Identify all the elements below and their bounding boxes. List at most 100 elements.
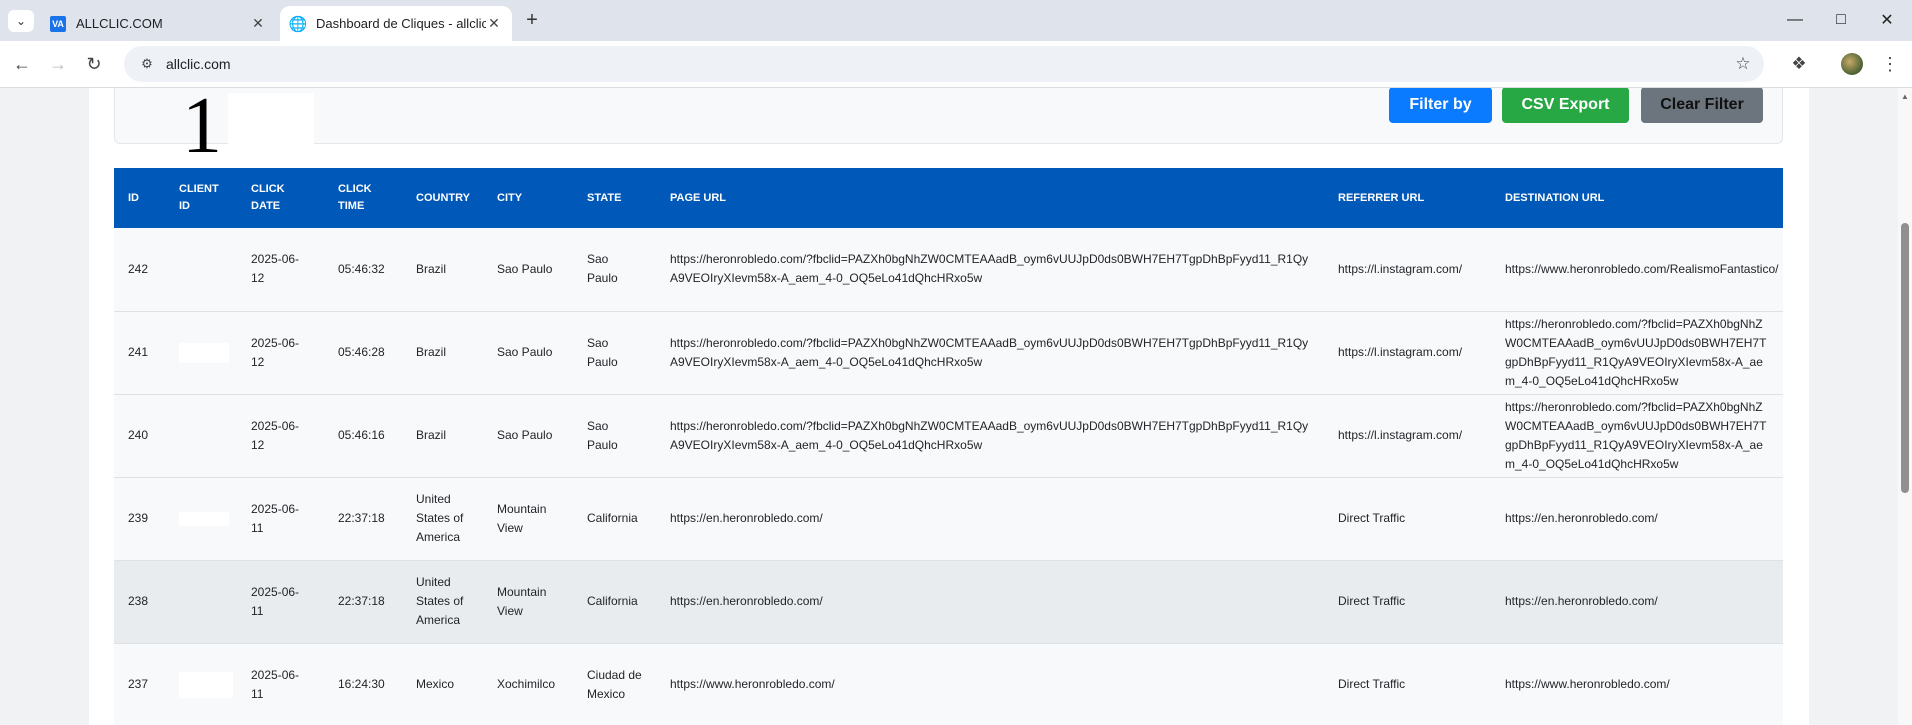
col-header-click-time[interactable]: CLICK TIME: [324, 168, 402, 228]
cell-city: Mountain View: [497, 501, 547, 535]
cell-client-id: [165, 311, 237, 394]
cell-country: United States of America: [416, 575, 464, 627]
col-header-click-date[interactable]: CLICK DATE: [237, 168, 324, 228]
cell-state: Sao Paulo: [587, 335, 618, 369]
site-info-icon[interactable]: ⚙: [132, 56, 162, 72]
redacted-client-id: [179, 671, 233, 698]
bookmark-star-icon[interactable]: ☆: [1728, 54, 1758, 74]
cell-page-url: https://heronrobledo.com/?fbclid=PAZXh0b…: [670, 252, 1309, 286]
cell-referrer-url: Direct Traffic: [1338, 677, 1406, 691]
cell-state: Sao Paulo: [587, 418, 618, 452]
cell-id: 241: [128, 345, 149, 359]
cell-client-id: [165, 394, 237, 477]
close-icon[interactable]: ✕: [486, 15, 502, 32]
cell-referrer-url: Direct Traffic: [1338, 511, 1406, 525]
cell-destination-url: https://en.heronrobledo.com/: [1505, 594, 1658, 608]
col-header-destination-url[interactable]: DESTINATION URL: [1491, 168, 1783, 228]
extensions-puzzle-icon[interactable]: ❖: [1787, 52, 1811, 76]
cell-date: 2025-06-11: [251, 584, 300, 618]
clear-filter-button[interactable]: Clear Filter: [1641, 88, 1763, 123]
tab-search-chevron-icon[interactable]: ⌄: [8, 10, 34, 32]
cell-city: Mountain View: [497, 584, 547, 618]
cell-page-url: https://en.heronrobledo.com/: [670, 594, 823, 608]
cell-date: 2025-06-11: [251, 501, 300, 535]
cell-referrer-url: https://l.instagram.com/: [1338, 261, 1463, 276]
col-header-referrer-url[interactable]: REFERRER URL: [1324, 168, 1491, 228]
forward-arrow-icon[interactable]: →: [46, 52, 70, 76]
reload-icon[interactable]: ↻: [82, 52, 106, 76]
big-number: 1: [182, 88, 222, 170]
table-row: 237 2025-06-11 16:24:30 Mexico Xochimilc…: [114, 643, 1783, 725]
cell-country: Brazil: [416, 345, 447, 359]
back-arrow-icon[interactable]: ←: [10, 52, 34, 76]
cell-client-id: [165, 477, 237, 560]
redacted-client-id: [179, 342, 229, 363]
cell-country: Mexico: [416, 677, 455, 691]
cell-client-id: [165, 228, 237, 311]
cell-state: Sao Paulo: [587, 252, 618, 286]
browser-toolbar: ← → ↻ ⚙ allclic.com ☆ ❖ ⋮: [0, 41, 1912, 88]
table-header-row: ID CLIENT ID CLICK DATE CLICK TIME COUNT…: [114, 168, 1783, 228]
table-row: 242 2025-06-12 05:46:32 Brazil Sao Paulo…: [114, 228, 1783, 311]
cell-id: 239: [128, 511, 149, 525]
col-header-client-id[interactable]: CLIENT ID: [165, 168, 237, 228]
table-row: 241 2025-06-12 05:46:28 Brazil Sao Paulo…: [114, 311, 1783, 394]
cell-id: 242: [128, 261, 149, 276]
cell-id: 238: [128, 594, 149, 608]
col-header-page-url[interactable]: PAGE URL: [656, 168, 1324, 228]
col-header-state[interactable]: STATE: [573, 168, 656, 228]
window-close-icon[interactable]: ✕: [1874, 8, 1900, 32]
cell-time: 22:37:18: [338, 511, 385, 525]
maximize-icon[interactable]: □: [1828, 8, 1854, 32]
tab-title: Dashboard de Cliques - allclic: [316, 16, 486, 31]
cell-date: 2025-06-12: [251, 418, 300, 452]
clicks-table: ID CLIENT ID CLICK DATE CLICK TIME COUNT…: [114, 168, 1783, 725]
cell-destination-url: https://heronrobledo.com/?fbclid=PAZXh0b…: [1505, 316, 1767, 388]
tab-strip: ⌄ VA ALLCLIC.COM ✕ 🌐 Dashboard de Clique…: [0, 0, 1912, 41]
cell-id: 240: [128, 428, 149, 442]
csv-export-button[interactable]: CSV Export: [1502, 88, 1629, 123]
cell-date: 2025-06-12: [251, 335, 300, 369]
cell-client-id: [165, 560, 237, 643]
tab-allclic[interactable]: VA ALLCLIC.COM ✕: [40, 6, 276, 41]
cell-destination-url: https://www.heronrobledo.com/RealismoFan…: [1505, 261, 1779, 276]
globe-icon: 🌐: [288, 15, 308, 33]
cell-country: United States of America: [416, 492, 464, 544]
close-icon[interactable]: ✕: [250, 15, 266, 32]
table-row: 240 2025-06-12 05:46:16 Brazil Sao Paulo…: [114, 394, 1783, 477]
redacted-block: [228, 93, 314, 145]
col-header-id[interactable]: ID: [114, 168, 165, 228]
cell-time: 05:46:16: [338, 428, 385, 442]
clicks-table-container: ID CLIENT ID CLICK DATE CLICK TIME COUNT…: [114, 168, 1783, 725]
cell-destination-url: https://en.heronrobledo.com/: [1505, 511, 1658, 525]
cell-id: 237: [128, 677, 149, 691]
minimize-icon[interactable]: —: [1782, 8, 1808, 32]
profile-avatar[interactable]: [1841, 53, 1863, 75]
page-viewport: 1 Filter by CSV Export Clear Filter ID C…: [0, 88, 1912, 725]
cell-country: Brazil: [416, 261, 447, 276]
cell-date: 2025-06-12: [251, 252, 300, 286]
page-scrollbar[interactable]: ▲: [1898, 88, 1912, 725]
redacted-client-id: [179, 511, 229, 526]
new-tab-plus-icon[interactable]: +: [520, 8, 544, 32]
cell-country: Brazil: [416, 428, 447, 442]
va-favicon-icon: VA: [50, 15, 66, 32]
cell-page-url: https://heronrobledo.com/?fbclid=PAZXh0b…: [670, 418, 1309, 452]
tab-dashboard[interactable]: 🌐 Dashboard de Cliques - allclic ✕: [280, 6, 512, 41]
address-bar[interactable]: ⚙ allclic.com ☆: [124, 46, 1764, 82]
cell-destination-url: https://heronrobledo.com/?fbclid=PAZXh0b…: [1505, 399, 1767, 471]
cell-time: 05:46:32: [338, 261, 385, 276]
scroll-up-arrow-icon[interactable]: ▲: [1901, 92, 1909, 101]
cell-time: 16:24:30: [338, 677, 385, 691]
cell-destination-url: https://www.heronrobledo.com/: [1505, 677, 1670, 691]
col-header-country[interactable]: COUNTRY: [402, 168, 483, 228]
scrollbar-thumb[interactable]: [1901, 223, 1909, 493]
cell-referrer-url: Direct Traffic: [1338, 594, 1406, 608]
url-text[interactable]: allclic.com: [166, 56, 1728, 72]
cell-city: Sao Paulo: [497, 345, 553, 359]
more-menu-icon[interactable]: ⋮: [1880, 52, 1900, 76]
cell-city: Sao Paulo: [497, 261, 553, 276]
tab-title: ALLCLIC.COM: [76, 16, 163, 31]
col-header-city[interactable]: CITY: [483, 168, 573, 228]
filter-by-button[interactable]: Filter by: [1389, 88, 1492, 123]
